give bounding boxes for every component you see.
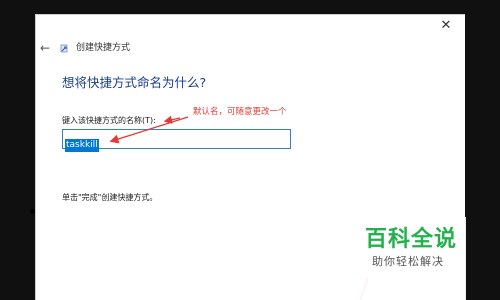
watermark-title: 百科全说 [365,227,458,252]
finish-hint-text: 单击"完成"创建快捷方式。 [62,193,158,202]
shortcut-name-input[interactable]: taskkill [62,129,291,152]
page-heading: 想将快捷方式命名为什么? [62,75,207,90]
watermark-logo: 百科全说 助你轻松解决 [350,217,466,300]
close-icon[interactable]: ✕ [439,19,453,33]
back-arrow-icon[interactable]: ← [40,41,54,55]
shortcut-name-value: taskkill [65,139,99,152]
dialog-title: 创建快捷方式 [76,43,131,53]
annotation-text: 默认名，可随意更改一个 [193,107,287,117]
shortcut-wizard-icon [60,44,68,53]
shortcut-name-label: 键入该快捷方式的名称(T): [62,116,156,125]
watermark-subtitle: 助你轻松解决 [372,255,444,268]
